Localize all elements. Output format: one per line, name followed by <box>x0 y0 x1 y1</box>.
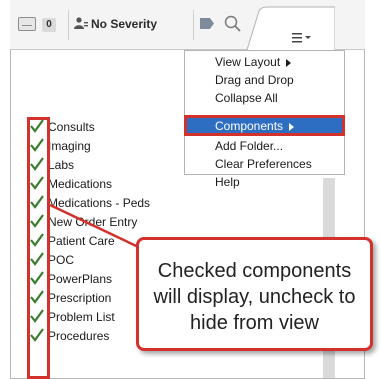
callout-text: Checked components will display, uncheck… <box>153 260 356 334</box>
annotation-callout: Checked components will display, uncheck… <box>136 237 373 351</box>
